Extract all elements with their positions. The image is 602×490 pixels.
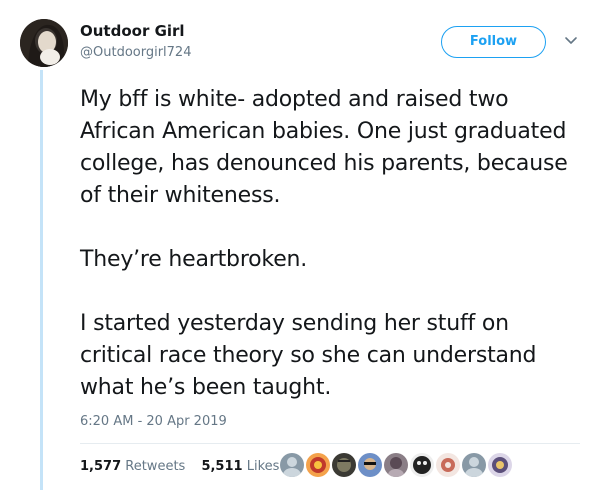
tweet-stats: 1,577 Retweets 5,511 Likes [80, 459, 291, 474]
user-handle[interactable]: @Outdoorgirl724 [80, 45, 191, 60]
liker-avatar[interactable] [357, 452, 383, 478]
retweets-label: Retweets [125, 459, 186, 474]
tweet-paragraph: I started yesterday sending her stuff on… [80, 311, 537, 400]
avatar[interactable] [20, 19, 68, 67]
liker-avatar[interactable] [435, 452, 461, 478]
likes-label: Likes [246, 459, 280, 474]
liker-avatars [279, 452, 539, 478]
avatar-photo [20, 19, 68, 67]
thread-connector-line [40, 70, 43, 490]
liker-avatar[interactable] [487, 452, 513, 478]
liker-avatar[interactable] [305, 452, 331, 478]
display-name[interactable]: Outdoor Girl [80, 22, 185, 40]
liker-avatar[interactable] [409, 452, 435, 478]
tweet-paragraph: My bff is white- adopted and raised two … [80, 87, 568, 208]
tweet-timestamp[interactable]: 6:20 AM - 20 Apr 2019 [80, 414, 227, 429]
follow-button[interactable]: Follow [441, 26, 546, 58]
liker-avatar[interactable] [461, 452, 487, 478]
tweet-paragraph: They’re heartbroken. [80, 247, 308, 272]
retweets-count: 1,577 [80, 459, 122, 474]
liker-avatar[interactable] [331, 452, 357, 478]
divider [80, 443, 580, 444]
likes-stat[interactable]: 5,511 Likes [201, 459, 279, 474]
tweet-text: My bff is white- adopted and raised two … [80, 84, 580, 404]
likes-count: 5,511 [201, 459, 243, 474]
liker-avatar[interactable] [279, 452, 305, 478]
liker-avatar[interactable] [383, 452, 409, 478]
chevron-down-icon[interactable] [564, 36, 578, 46]
retweets-stat[interactable]: 1,577 Retweets [80, 459, 185, 474]
